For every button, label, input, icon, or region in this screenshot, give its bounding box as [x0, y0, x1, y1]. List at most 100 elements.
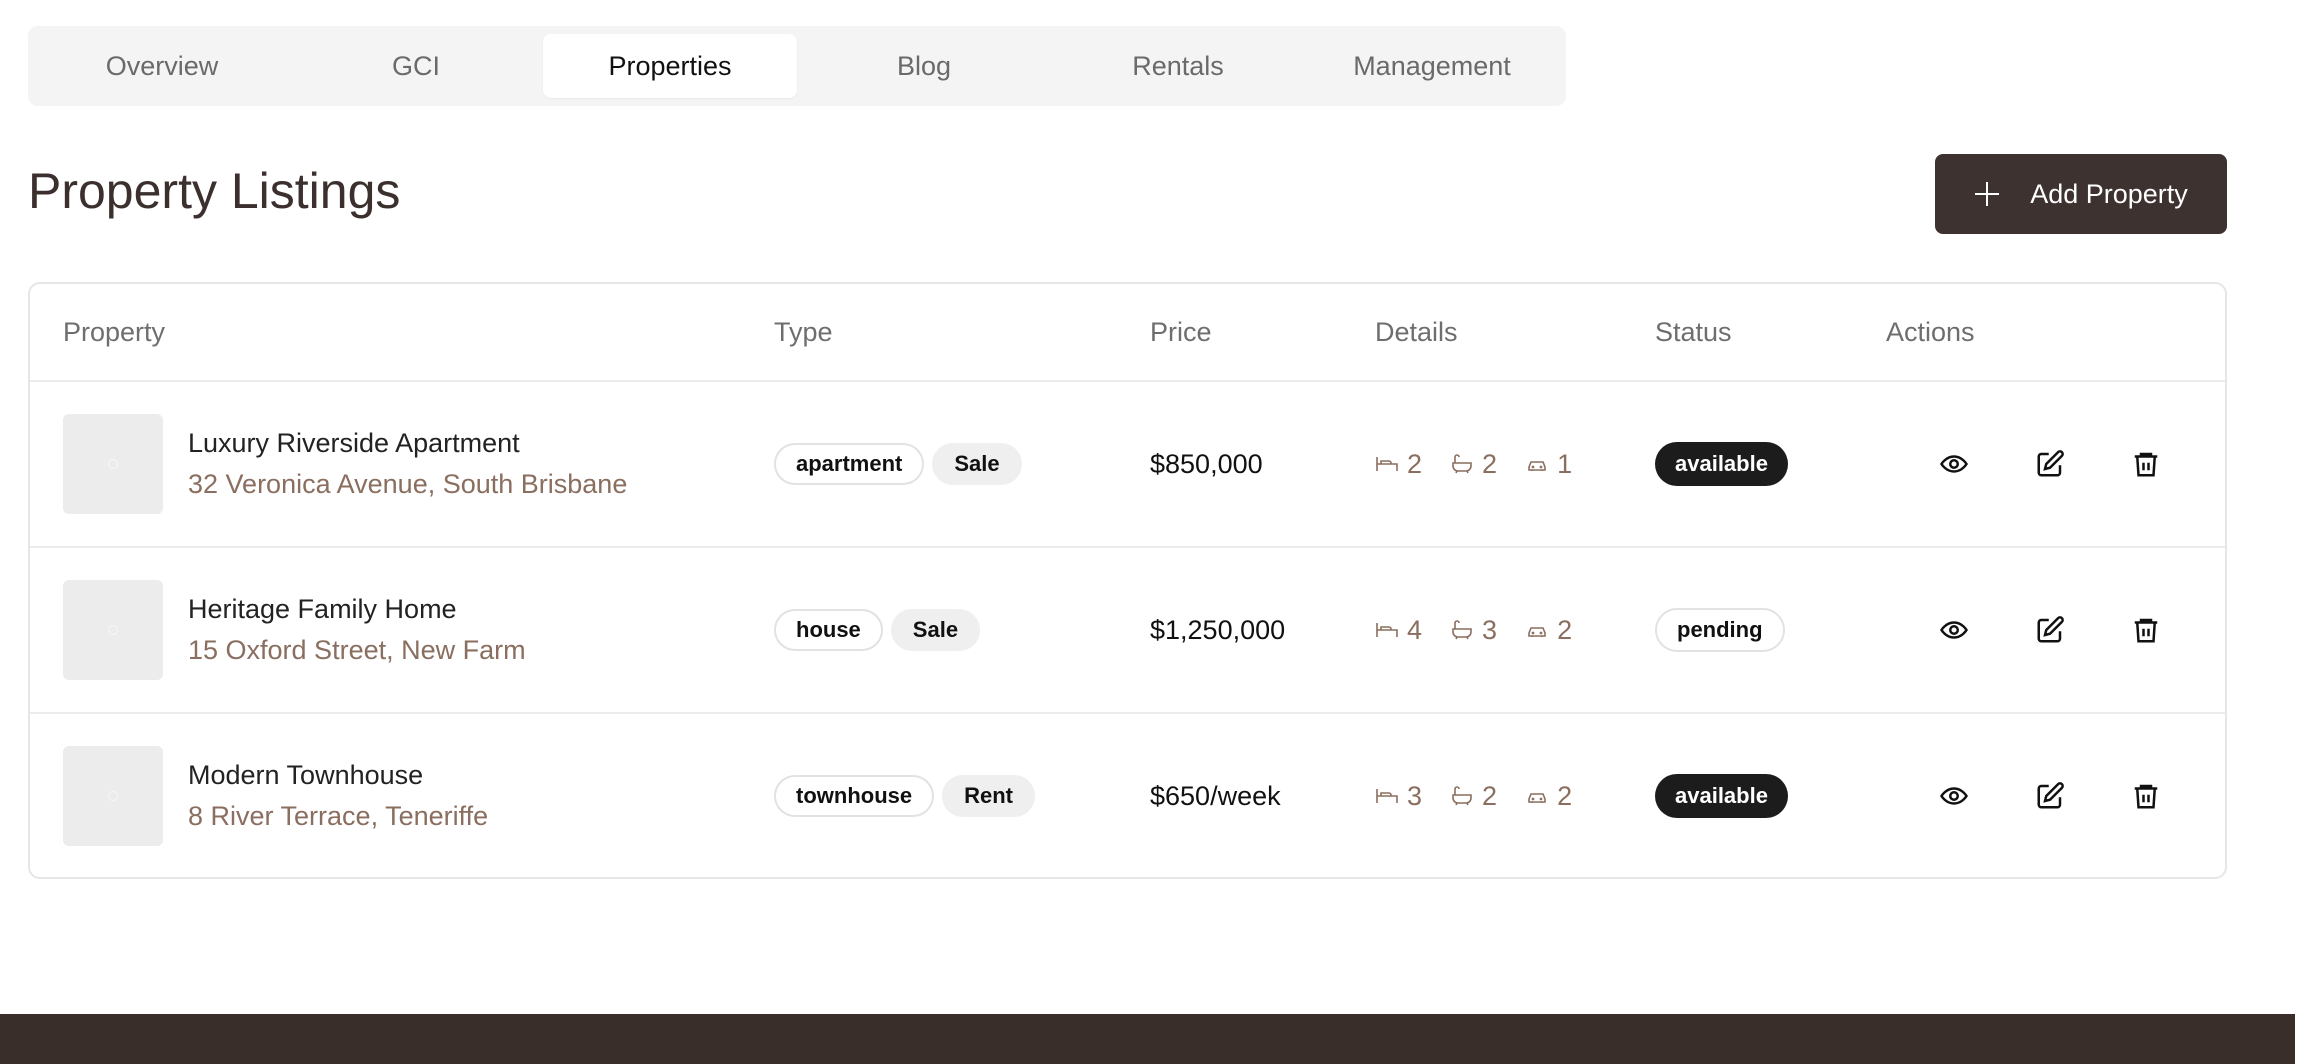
table-row: Heritage Family Home 15 Oxford Street, N… — [30, 548, 2225, 714]
image-placeholder-icon — [108, 459, 118, 469]
actions-cell — [1886, 714, 2162, 877]
view-button[interactable] — [1938, 448, 1970, 480]
baths-count: 3 — [1482, 614, 1498, 645]
property-thumbnail — [63, 580, 163, 680]
property-type-badge: townhouse — [774, 775, 935, 817]
property-address: 15 Oxford Street, New Farm — [188, 635, 526, 665]
property-table: Property Type Price Details Status Actio… — [28, 282, 2227, 879]
baths-count: 2 — [1482, 448, 1498, 479]
table-row: Modern Townhouse 8 River Terrace, Teneri… — [30, 714, 2225, 877]
type-cell: apartment Sale — [774, 382, 1030, 546]
cars-count: 2 — [1557, 780, 1573, 811]
property-type-badge: apartment — [774, 443, 925, 485]
eye-icon — [1940, 621, 1968, 639]
tab-gci[interactable]: GCI — [289, 34, 543, 98]
bath-icon — [1452, 620, 1472, 640]
property-price: $650/week — [1150, 780, 1281, 811]
cars-count: 1 — [1557, 448, 1573, 479]
nav-tabs: Overview GCI Properties Blog Rentals Man… — [28, 26, 1566, 106]
tab-overview[interactable]: Overview — [35, 34, 289, 98]
property-name: Luxury Riverside Apartment — [188, 428, 520, 458]
property-name: Modern Townhouse — [188, 760, 424, 790]
edit-icon — [2037, 450, 2064, 477]
tab-blog[interactable]: Blog — [797, 34, 1051, 98]
col-header-price: Price — [1150, 316, 1212, 347]
actions-cell — [1886, 382, 2162, 546]
image-placeholder-icon — [108, 625, 118, 635]
property-address: 32 Veronica Avenue, South Brisbane — [188, 469, 628, 499]
property-thumbnail — [63, 746, 163, 846]
car-icon — [1528, 627, 1546, 637]
bed-icon — [1376, 623, 1398, 637]
property-cell: Luxury Riverside Apartment 32 Veronica A… — [63, 382, 627, 546]
eye-icon — [1940, 455, 1968, 473]
property-cell: Modern Townhouse 8 River Terrace, Teneri… — [63, 714, 489, 877]
bath-icon — [1452, 454, 1472, 474]
add-property-label: Add Property — [2030, 178, 2188, 209]
delete-button[interactable] — [2130, 448, 2162, 480]
type-cell: townhouse Rent — [774, 714, 1043, 877]
status-cell: pending — [1655, 548, 1785, 712]
trash-icon — [2134, 784, 2158, 809]
add-property-button[interactable]: Add Property — [1935, 154, 2227, 234]
table-row: Luxury Riverside Apartment 32 Veronica A… — [30, 382, 2225, 548]
details-cell: 2 2 1 — [1375, 382, 1572, 546]
plus-icon — [1974, 181, 2000, 207]
col-header-details: Details — [1375, 316, 1458, 347]
property-price: $850,000 — [1150, 448, 1263, 479]
details-cell: 4 3 2 — [1375, 548, 1572, 712]
beds-count: 3 — [1407, 780, 1423, 811]
tab-properties[interactable]: Properties — [543, 34, 797, 98]
price-cell: $850,000 — [1150, 382, 1263, 546]
view-button[interactable] — [1938, 780, 1970, 812]
edit-button[interactable] — [2034, 780, 2066, 812]
cars-count: 2 — [1557, 614, 1573, 645]
col-header-actions: Actions — [1886, 316, 1975, 347]
trash-icon — [2134, 618, 2158, 643]
property-name: Heritage Family Home — [188, 594, 457, 624]
status-badge: available — [1655, 442, 1788, 486]
tab-rentals[interactable]: Rentals — [1051, 34, 1305, 98]
eye-icon — [1940, 787, 1968, 805]
listing-type-badge: Sale — [932, 443, 1022, 485]
view-button[interactable] — [1938, 614, 1970, 646]
baths-count: 2 — [1482, 780, 1498, 811]
edit-icon — [2037, 616, 2064, 643]
footer-band — [0, 1014, 2295, 1064]
status-cell: available — [1655, 714, 1788, 877]
trash-icon — [2134, 452, 2158, 477]
details-cell: 3 2 2 — [1375, 714, 1573, 877]
listing-type-badge: Sale — [890, 609, 981, 651]
col-header-property: Property — [63, 316, 166, 347]
beds-count: 2 — [1407, 448, 1423, 479]
bed-icon — [1376, 789, 1398, 803]
delete-button[interactable] — [2130, 780, 2162, 812]
type-cell: house Sale — [774, 548, 988, 712]
bath-icon — [1452, 786, 1472, 806]
col-header-type: Type — [774, 316, 833, 347]
property-thumbnail — [63, 414, 163, 514]
tab-management[interactable]: Management — [1305, 34, 1559, 98]
property-cell: Heritage Family Home 15 Oxford Street, N… — [63, 548, 526, 712]
bed-icon — [1376, 457, 1398, 471]
price-cell: $650/week — [1150, 714, 1281, 877]
car-icon — [1528, 461, 1546, 471]
price-cell: $1,250,000 — [1150, 548, 1285, 712]
image-placeholder-icon — [108, 791, 118, 801]
delete-button[interactable] — [2130, 614, 2162, 646]
status-badge: pending — [1655, 608, 1785, 652]
edit-button[interactable] — [2034, 448, 2066, 480]
table-header: Property Type Price Details Status Actio… — [30, 284, 2225, 382]
beds-count: 4 — [1407, 614, 1423, 645]
status-badge: available — [1655, 774, 1788, 818]
property-price: $1,250,000 — [1150, 614, 1286, 645]
edit-button[interactable] — [2034, 614, 2066, 646]
edit-icon — [2037, 782, 2064, 809]
page-title: Property Listings — [28, 163, 401, 219]
status-cell: available — [1655, 382, 1788, 546]
property-address: 8 River Terrace, Teneriffe — [188, 801, 489, 831]
col-header-status: Status — [1655, 316, 1732, 347]
actions-cell — [1886, 548, 2162, 712]
listing-type-badge: Rent — [942, 775, 1035, 817]
property-type-badge: house — [774, 609, 883, 651]
